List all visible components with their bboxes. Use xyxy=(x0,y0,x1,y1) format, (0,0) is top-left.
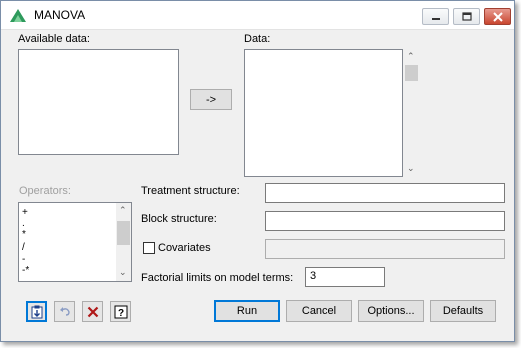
clear-button[interactable] xyxy=(82,301,103,322)
block-structure-field[interactable] xyxy=(265,211,505,231)
data-scrollbar[interactable]: ⌃ ⌄ xyxy=(404,49,419,177)
close-icon xyxy=(485,9,510,24)
factorial-limits-label: Factorial limits on model terms: xyxy=(141,272,294,284)
save-to-clipboard-icon xyxy=(31,305,42,318)
scroll-up-icon[interactable]: ⌃ xyxy=(407,51,415,62)
cancel-button[interactable]: Cancel xyxy=(286,300,352,322)
minimize-button[interactable] xyxy=(422,8,449,25)
treatment-structure-field[interactable] xyxy=(265,183,505,203)
maximize-button[interactable] xyxy=(453,8,480,25)
svg-text:?: ? xyxy=(117,308,123,319)
operators-label: Operators: xyxy=(19,185,71,197)
operator-item[interactable]: * xyxy=(22,230,26,240)
operator-item[interactable]: . xyxy=(22,219,25,229)
manova-dialog: MANOVA Available data: -> Data: ⌃ ⌄ Oper… xyxy=(0,0,515,342)
operator-item[interactable]: -* xyxy=(22,266,29,276)
covariates-field xyxy=(265,239,505,259)
available-data-label: Available data: xyxy=(18,33,90,45)
operator-item[interactable]: - xyxy=(22,255,25,265)
clear-icon xyxy=(87,306,98,317)
transfer-button[interactable]: -> xyxy=(190,89,232,110)
scroll-down-icon[interactable]: ⌄ xyxy=(407,163,415,174)
operator-item[interactable]: / xyxy=(22,243,25,253)
undo-icon xyxy=(59,306,70,316)
maximize-icon xyxy=(454,9,479,24)
close-window-button[interactable] xyxy=(484,8,511,25)
operator-item[interactable]: + xyxy=(22,208,28,218)
scroll-up-icon[interactable]: ⌃ xyxy=(119,205,127,216)
undo-button[interactable] xyxy=(54,301,75,322)
title-bar[interactable]: MANOVA xyxy=(1,1,514,30)
genstat-app-icon xyxy=(10,9,26,22)
help-icon: ? xyxy=(114,305,127,319)
defaults-button[interactable]: Defaults xyxy=(430,300,496,322)
covariates-label: Covariates xyxy=(158,242,211,254)
data-label: Data: xyxy=(244,33,271,45)
save-to-clipboard-button[interactable] xyxy=(26,301,47,322)
minimize-icon xyxy=(423,9,448,24)
available-data-list[interactable] xyxy=(18,49,179,155)
treatment-structure-label: Treatment structure: xyxy=(141,185,240,197)
factorial-limits-field[interactable]: 3 xyxy=(305,267,385,287)
scroll-thumb[interactable] xyxy=(405,65,418,81)
help-button[interactable]: ? xyxy=(110,301,131,322)
scroll-thumb[interactable] xyxy=(117,221,130,245)
scroll-down-icon[interactable]: ⌄ xyxy=(119,267,127,278)
data-list[interactable] xyxy=(244,49,403,177)
covariates-checkbox[interactable] xyxy=(143,242,155,254)
operators-scrollbar[interactable]: ⌃ ⌄ xyxy=(116,203,131,281)
operators-list[interactable]: + . * / - -* ⌃ ⌄ xyxy=(18,202,132,282)
options-button[interactable]: Options... xyxy=(358,300,424,322)
run-button[interactable]: Run xyxy=(214,300,280,322)
block-structure-label: Block structure: xyxy=(141,213,217,225)
window-title: MANOVA xyxy=(34,8,86,22)
